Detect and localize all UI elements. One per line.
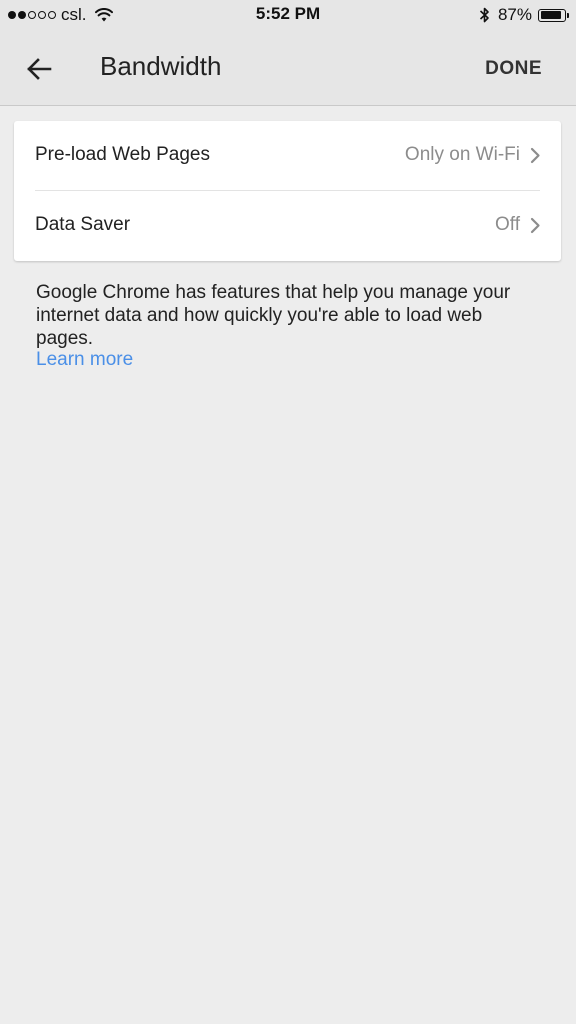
bluetooth-icon [479, 6, 490, 24]
learn-more-link[interactable]: Learn more [36, 349, 133, 371]
setting-label: Data Saver [35, 214, 131, 235]
battery-percentage: 87% [497, 5, 532, 24]
battery-icon [538, 8, 569, 22]
chevron-right-icon [530, 147, 541, 164]
done-button[interactable]: DONE [485, 58, 542, 80]
bandwidth-description: Google Chrome has features that help you… [36, 282, 511, 349]
preload-web-pages-row[interactable]: Pre-load Web Pages Only on Wi-Fi [14, 121, 561, 191]
setting-value: Off [495, 214, 520, 235]
status-right: 87% [479, 5, 569, 25]
bandwidth-settings-card: Pre-load Web Pages Only on Wi-Fi Data Sa… [14, 121, 561, 261]
back-button[interactable] [18, 48, 60, 90]
status-bar: csl. 5:52 PM 87% [0, 0, 576, 30]
setting-value: Only on Wi-Fi [404, 144, 520, 165]
page-title: Bandwidth [100, 51, 222, 81]
chevron-right-icon [530, 217, 541, 234]
battery-level [540, 11, 561, 19]
setting-label: Pre-load Web Pages [35, 144, 210, 165]
data-saver-row[interactable]: Data Saver Off [14, 191, 561, 260]
arrow-left-icon [26, 57, 52, 81]
app-bar: Bandwidth DONE [0, 30, 576, 106]
